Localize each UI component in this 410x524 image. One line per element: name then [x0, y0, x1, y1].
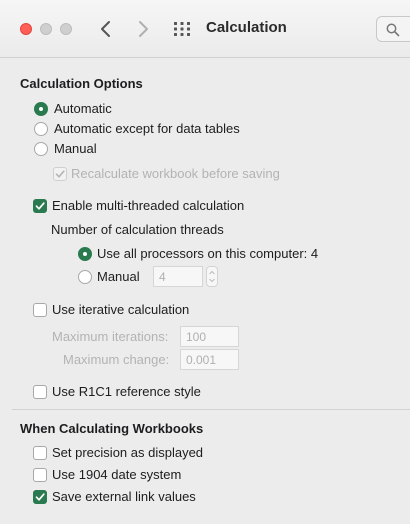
grid-icon[interactable]	[172, 20, 192, 38]
precision-as-displayed-label[interactable]: Set precision as displayed	[52, 445, 203, 460]
checkbox-precision-as-displayed[interactable]	[33, 446, 47, 460]
radio-automatic-except-tables[interactable]	[34, 122, 48, 136]
checkbox-iterative-calculation[interactable]	[33, 303, 47, 317]
max-change-input: 0.001	[180, 349, 239, 370]
manual-threads-input: 4	[153, 266, 203, 287]
checkbox-multi-threaded[interactable]	[33, 199, 47, 213]
search-icon	[386, 23, 400, 37]
date-system-1904-label[interactable]: Use 1904 date system	[52, 467, 181, 482]
search-field[interactable]	[376, 16, 410, 42]
close-window-button[interactable]	[20, 23, 32, 35]
back-button[interactable]	[94, 16, 118, 42]
workbooks-heading: When Calculating Workbooks	[20, 421, 204, 436]
section-divider	[12, 409, 410, 410]
checkmark-icon	[55, 170, 65, 178]
multi-threaded-label[interactable]: Enable multi-threaded calculation	[52, 198, 244, 213]
threads-stepper	[206, 266, 218, 287]
threads-label: Number of calculation threads	[51, 222, 224, 237]
checkbox-r1c1-reference[interactable]	[33, 385, 47, 399]
radio-use-all-processors[interactable]	[78, 247, 92, 261]
zoom-window-button[interactable]	[60, 23, 72, 35]
checkbox-1904-date-system[interactable]	[33, 468, 47, 482]
checkmark-icon	[35, 202, 45, 210]
minimize-window-button[interactable]	[40, 23, 52, 35]
max-iterations-input: 100	[180, 326, 239, 347]
forward-button[interactable]	[131, 16, 155, 42]
radio-manual[interactable]	[34, 142, 48, 156]
window-title: Calculation	[206, 19, 287, 36]
chevron-left-icon	[101, 21, 110, 37]
recalculate-before-saving-label: Recalculate workbook before saving	[71, 166, 280, 181]
radio-manual-threads[interactable]	[78, 270, 92, 284]
radio-automatic-label[interactable]: Automatic	[54, 101, 112, 116]
calculation-options-heading: Calculation Options	[20, 76, 143, 91]
radio-automatic[interactable]	[34, 102, 48, 116]
iterative-calculation-label[interactable]: Use iterative calculation	[52, 302, 189, 317]
max-change-label: Maximum change:	[63, 352, 170, 367]
chevron-right-icon	[139, 21, 148, 37]
checkbox-recalculate-before-saving	[53, 167, 67, 181]
radio-automatic-except-tables-label[interactable]: Automatic except for data tables	[54, 121, 240, 136]
checkbox-save-external-link-values[interactable]	[33, 490, 47, 504]
use-all-processors-label[interactable]: Use all processors on this computer: 4	[97, 246, 318, 261]
title-bar: Calculation	[0, 0, 410, 58]
manual-threads-label[interactable]: Manual	[97, 269, 140, 284]
radio-manual-label[interactable]: Manual	[54, 141, 97, 156]
stepper-arrows-icon	[209, 270, 215, 283]
r1c1-reference-label[interactable]: Use R1C1 reference style	[52, 384, 201, 399]
max-iterations-label: Maximum iterations:	[52, 329, 169, 344]
preferences-pane: Calculation Options Automatic Automatic …	[0, 59, 410, 524]
checkmark-icon	[35, 493, 45, 501]
save-external-link-values-label[interactable]: Save external link values	[52, 489, 196, 504]
